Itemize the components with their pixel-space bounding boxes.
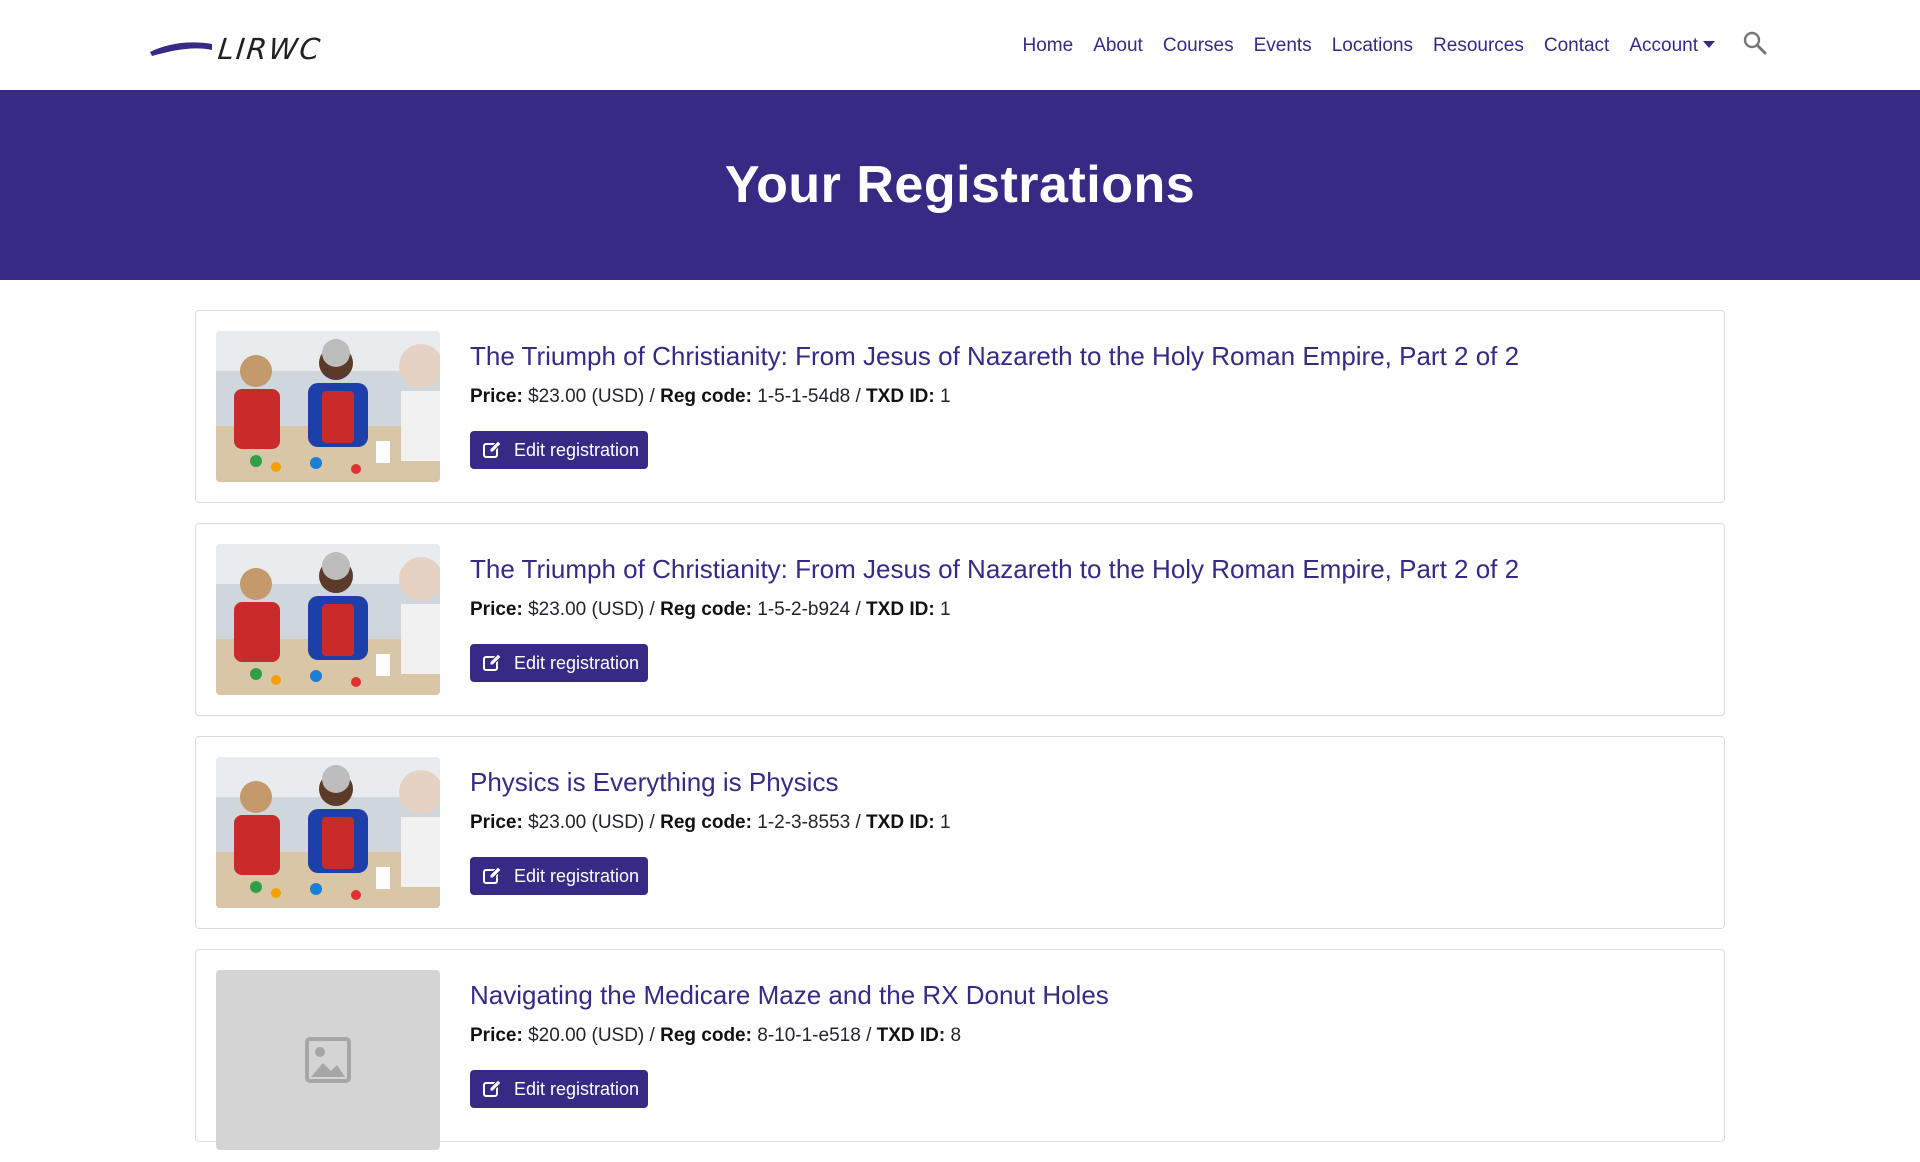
edit-registration-label: Edit registration: [514, 652, 640, 673]
reg-code-label: Reg code:: [660, 386, 752, 407]
separator: /: [649, 599, 655, 620]
reg-code-value: 1-5-1-54d8: [757, 386, 851, 407]
page-title: Your Registrations: [724, 156, 1196, 214]
txd-id-label: TXD ID:: [866, 812, 935, 833]
nav-home[interactable]: Home: [1023, 35, 1074, 57]
caret-down-icon: [1703, 41, 1715, 48]
nav-contact[interactable]: Contact: [1544, 35, 1609, 57]
course-image[interactable]: [216, 757, 440, 908]
edit-icon: [483, 866, 502, 884]
reg-code-value: 8-10-1-e518: [757, 1025, 861, 1046]
txd-id-label: TXD ID:: [866, 599, 935, 620]
edit-icon: [483, 440, 502, 458]
price-label: Price:: [470, 386, 523, 407]
price-label: Price:: [470, 1025, 523, 1046]
price-value: $23.00 (USD): [528, 386, 645, 407]
nav-account-dropdown[interactable]: Account: [1629, 35, 1715, 57]
navbar: LIRWC Home About Courses Events Location…: [0, 0, 1920, 90]
txd-id-value: 1: [939, 386, 951, 407]
search-icon: [1743, 31, 1767, 55]
reg-code-label: Reg code:: [660, 1025, 752, 1046]
separator: /: [649, 1025, 655, 1046]
edit-registration-button[interactable]: Edit registration: [470, 431, 648, 469]
separator: /: [855, 812, 861, 833]
nav-events[interactable]: Events: [1254, 35, 1312, 57]
painting-class-photo: [216, 544, 440, 695]
course-title-link[interactable]: Navigating the Medicare Maze and the RX …: [470, 980, 1109, 1011]
registration-card: The Triumph of Christianity: From Jesus …: [195, 310, 1725, 503]
registration-meta: Price: $23.00 (USD) / Reg code: 1-5-1-54…: [470, 386, 951, 408]
reg-code-label: Reg code:: [660, 812, 752, 833]
edit-registration-button[interactable]: Edit registration: [470, 1070, 648, 1108]
price-value: $23.00 (USD): [528, 599, 645, 620]
price-label: Price:: [470, 812, 523, 833]
nav-account-label: Account: [1629, 35, 1698, 56]
txd-id-value: 1: [939, 812, 951, 833]
txd-id-value: 1: [939, 599, 951, 620]
nav-locations[interactable]: Locations: [1332, 35, 1413, 57]
txd-id-label: TXD ID:: [876, 1025, 946, 1046]
edit-registration-button[interactable]: Edit registration: [470, 644, 648, 682]
edit-registration-label: Edit registration: [514, 439, 640, 460]
registration-card: Navigating the Medicare Maze and the RX …: [195, 949, 1725, 1150]
search-button[interactable]: [1742, 30, 1770, 58]
edit-registration-button[interactable]: Edit registration: [470, 857, 648, 895]
price-label: Price:: [470, 599, 523, 620]
course-image-placeholder[interactable]: [216, 970, 440, 1150]
logo-swoosh-icon: [150, 42, 212, 56]
registrations-list: The Triumph of Christianity: From Jesus …: [195, 310, 1725, 1162]
price-value: $23.00 (USD): [528, 812, 645, 833]
page-header-banner: Your Registrations: [0, 90, 1920, 280]
edit-icon: [483, 653, 502, 671]
logo-text: LIRWC: [216, 32, 324, 66]
nav-courses[interactable]: Courses: [1163, 35, 1234, 57]
edit-registration-label: Edit registration: [514, 865, 640, 886]
registration-meta: Price: $20.00 (USD) / Reg code: 8-10-1-e…: [470, 1025, 961, 1047]
nav-about[interactable]: About: [1093, 35, 1143, 57]
main-nav: Home About Courses Events Locations Reso…: [1023, 30, 1715, 62]
registration-card: The Triumph of Christianity: From Jesus …: [195, 523, 1725, 716]
price-value: $20.00 (USD): [528, 1025, 645, 1046]
nav-resources[interactable]: Resources: [1433, 35, 1524, 57]
painting-class-photo: [216, 757, 440, 908]
separator: /: [855, 386, 861, 407]
separator: /: [866, 1025, 872, 1046]
edit-icon: [483, 1079, 502, 1097]
txd-id-label: TXD ID:: [866, 386, 935, 407]
separator: /: [649, 812, 655, 833]
course-title-link[interactable]: The Triumph of Christianity: From Jesus …: [470, 554, 1519, 585]
painting-class-photo: [216, 331, 440, 482]
registration-meta: Price: $23.00 (USD) / Reg code: 1-2-3-85…: [470, 812, 951, 834]
registration-card: Physics is Everything is Physics Price: …: [195, 736, 1725, 929]
course-image[interactable]: [216, 331, 440, 482]
course-title-link[interactable]: The Triumph of Christianity: From Jesus …: [470, 341, 1519, 372]
reg-code-value: 1-2-3-8553: [757, 812, 851, 833]
reg-code-label: Reg code:: [660, 599, 752, 620]
image-placeholder-icon: [305, 1037, 351, 1083]
separator: /: [649, 386, 655, 407]
edit-registration-label: Edit registration: [514, 1078, 640, 1099]
separator: /: [855, 599, 861, 620]
txd-id-value: 8: [950, 1025, 962, 1046]
reg-code-value: 1-5-2-b924: [757, 599, 851, 620]
course-image[interactable]: [216, 544, 440, 695]
course-title-link[interactable]: Physics is Everything is Physics: [470, 767, 838, 798]
site-logo[interactable]: LIRWC: [148, 32, 340, 66]
registration-meta: Price: $23.00 (USD) / Reg code: 1-5-2-b9…: [470, 599, 951, 621]
